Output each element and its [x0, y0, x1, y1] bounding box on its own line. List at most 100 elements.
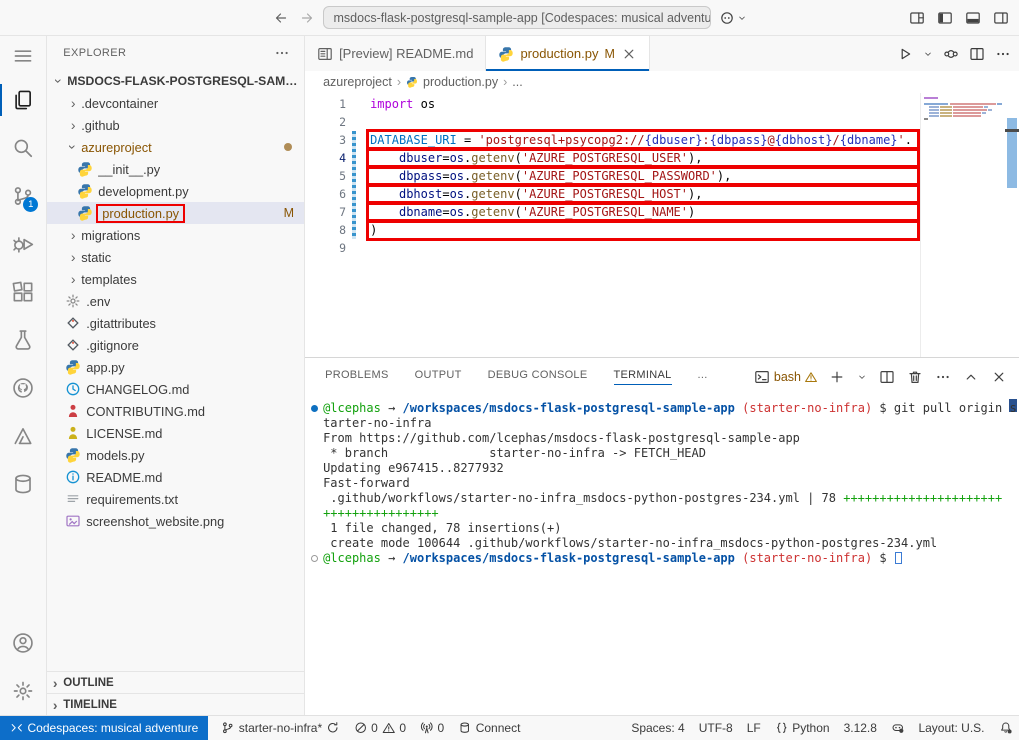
maximize-panel-icon[interactable]: [963, 369, 979, 385]
activity-item-menu[interactable]: [0, 36, 46, 76]
code-line-9[interactable]: 9: [305, 239, 920, 257]
command-decoration-icon[interactable]: [311, 555, 318, 562]
code-line-4[interactable]: 4 dbuser=os.getenv('AZURE_POSTGRESQL_USE…: [305, 149, 920, 167]
folder-item-templates[interactable]: ›templates: [47, 268, 304, 290]
activity-item-account[interactable]: [0, 619, 46, 667]
remote-menu-button[interactable]: [719, 10, 747, 26]
tab--preview-readme.md[interactable]: [Preview] README.md: [305, 36, 486, 71]
code-editor[interactable]: 1import os23DATABASE_URI = 'postgresql+p…: [305, 93, 1019, 357]
split-terminal-icon[interactable]: [879, 369, 895, 385]
folder-item-static[interactable]: ›static: [47, 246, 304, 268]
status-remote[interactable]: Codespaces: musical adventure: [0, 716, 208, 740]
forward-icon[interactable]: [299, 10, 315, 26]
activity-item-search[interactable]: [0, 124, 46, 172]
code-line-3[interactable]: 3DATABASE_URI = 'postgresql+psycopg2://{…: [305, 131, 920, 149]
chevron-collapsed-icon: ›: [65, 95, 81, 111]
section-timeline[interactable]: ›TIMELINE: [47, 693, 304, 715]
file-item-app.py[interactable]: app.py: [47, 356, 304, 378]
file-item-screenshot-website.png[interactable]: screenshot_website.png: [47, 510, 304, 532]
section-outline[interactable]: ›OUTLINE: [47, 671, 304, 693]
status-problems[interactable]: 00: [347, 716, 413, 740]
breadcrumb-item[interactable]: azureproject: [323, 75, 392, 89]
code-lines[interactable]: 1import os23DATABASE_URI = 'postgresql+p…: [305, 93, 920, 357]
activity-item-run-debug[interactable]: [0, 220, 46, 268]
open-changes-icon[interactable]: [943, 46, 959, 62]
status-encoding[interactable]: UTF-8: [692, 716, 740, 740]
status-python-version[interactable]: 3.12.8: [837, 716, 884, 740]
status-connect[interactable]: Connect: [451, 716, 527, 740]
tab-production.py[interactable]: production.pyM: [486, 36, 649, 71]
code-line-8[interactable]: 8): [305, 221, 920, 239]
split-icon[interactable]: [969, 46, 985, 62]
overview-ruler[interactable]: [1005, 93, 1019, 357]
code-line-1[interactable]: 1import os: [305, 95, 920, 113]
close-panel-icon[interactable]: [991, 369, 1007, 385]
activity-item-azure[interactable]: [0, 412, 46, 460]
panel-tab--[interactable]: ...: [698, 369, 708, 384]
status-notifications[interactable]: [992, 716, 1019, 740]
activity-item-source-control[interactable]: 1: [0, 172, 46, 220]
activity-item-database[interactable]: [0, 460, 46, 508]
layout-bottom-icon[interactable]: [965, 10, 981, 26]
file-item-changelog.md[interactable]: CHANGELOG.md: [47, 378, 304, 400]
panel-tab-debug-console[interactable]: DEBUG CONSOLE: [488, 369, 588, 384]
file-item-requirements.txt[interactable]: requirements.txt: [47, 488, 304, 510]
code-line-2[interactable]: 2: [305, 113, 920, 131]
breadcrumb-item[interactable]: ...: [512, 75, 522, 89]
terminal-profile[interactable]: bash: [754, 369, 817, 385]
command-decoration-icon[interactable]: [311, 405, 318, 412]
ellipsis-icon[interactable]: [995, 46, 1011, 62]
panel-tab-problems[interactable]: PROBLEMS: [325, 369, 389, 384]
activity-item-github[interactable]: [0, 364, 46, 412]
status-branch[interactable]: starter-no-infra*: [214, 716, 346, 740]
git-modified-gutter: [352, 221, 356, 239]
chevron-down-icon[interactable]: [923, 49, 933, 59]
layout-left-icon[interactable]: [937, 10, 953, 26]
folder-item-azureproject[interactable]: ›azureproject: [47, 136, 304, 158]
status-ports[interactable]: 0: [413, 716, 451, 740]
file-item-contributing.md[interactable]: CONTRIBUTING.md: [47, 400, 304, 422]
status-language[interactable]: Python: [768, 716, 837, 740]
code-line-5[interactable]: 5 dbpass=os.getenv('AZURE_POSTGRESQL_PAS…: [305, 167, 920, 185]
panel-more-actions-icon[interactable]: [935, 369, 951, 385]
code-line-7[interactable]: 7 dbname=os.getenv('AZURE_POSTGRESQL_NAM…: [305, 203, 920, 221]
activity-item-testing[interactable]: [0, 316, 46, 364]
folder-item-.github[interactable]: ›.github: [47, 114, 304, 136]
activity-item-extensions[interactable]: [0, 268, 46, 316]
code-line-6[interactable]: 6 dbhost=os.getenv('AZURE_POSTGRESQL_HOS…: [305, 185, 920, 203]
kill-terminal-icon[interactable]: [907, 369, 923, 385]
panel-tab-terminal[interactable]: TERMINAL: [614, 369, 672, 385]
breadcrumb-item[interactable]: production.py: [423, 75, 498, 89]
terminal[interactable]: @lcephas → /workspaces/msdocs-flask-post…: [305, 395, 1019, 715]
file-item-development.py[interactable]: development.py: [47, 180, 304, 202]
layout-right-icon[interactable]: [993, 10, 1009, 26]
explorer-more-actions-icon[interactable]: [274, 45, 290, 61]
play-icon[interactable]: [897, 46, 913, 62]
close-tab-icon[interactable]: [621, 46, 637, 62]
activity-item-settings[interactable]: [0, 667, 46, 715]
status-copilot[interactable]: [884, 716, 912, 740]
file-item-.gitattributes[interactable]: .gitattributes: [47, 312, 304, 334]
back-icon[interactable]: [273, 10, 289, 26]
file-item-.gitignore[interactable]: .gitignore: [47, 334, 304, 356]
file-item-readme.md[interactable]: README.md: [47, 466, 304, 488]
folder-item-migrations[interactable]: ›migrations: [47, 224, 304, 246]
panel-tab-output[interactable]: OUTPUT: [415, 369, 462, 384]
file-item-.env[interactable]: .env: [47, 290, 304, 312]
folder-item-msdocs-flask-postgresql-sample-...[interactable]: ›MSDOCS-FLASK-POSTGRESQL-SAMPLE-...: [47, 70, 304, 92]
file-item-production.py[interactable]: production.pyM: [47, 202, 304, 224]
new-terminal-icon[interactable]: [829, 369, 845, 385]
status-layout[interactable]: Layout: U.S.: [911, 716, 991, 740]
status-eol[interactable]: LF: [740, 716, 768, 740]
terminal-dropdown-chevron-icon[interactable]: [857, 372, 867, 382]
minimap[interactable]: [920, 93, 1005, 357]
file-item--init-.py[interactable]: __init__.py: [47, 158, 304, 180]
command-center[interactable]: msdocs-flask-postgresql-sample-app [Code…: [323, 6, 711, 29]
customize-layout-icon[interactable]: [909, 10, 925, 26]
file-item-license.md[interactable]: LICENSE.md: [47, 422, 304, 444]
folder-item-.devcontainer[interactable]: ›.devcontainer: [47, 92, 304, 114]
activity-item-explorer[interactable]: [0, 76, 46, 124]
status-indentation[interactable]: Spaces: 4: [624, 716, 691, 740]
file-item-models.py[interactable]: models.py: [47, 444, 304, 466]
item-label: models.py: [86, 448, 144, 463]
